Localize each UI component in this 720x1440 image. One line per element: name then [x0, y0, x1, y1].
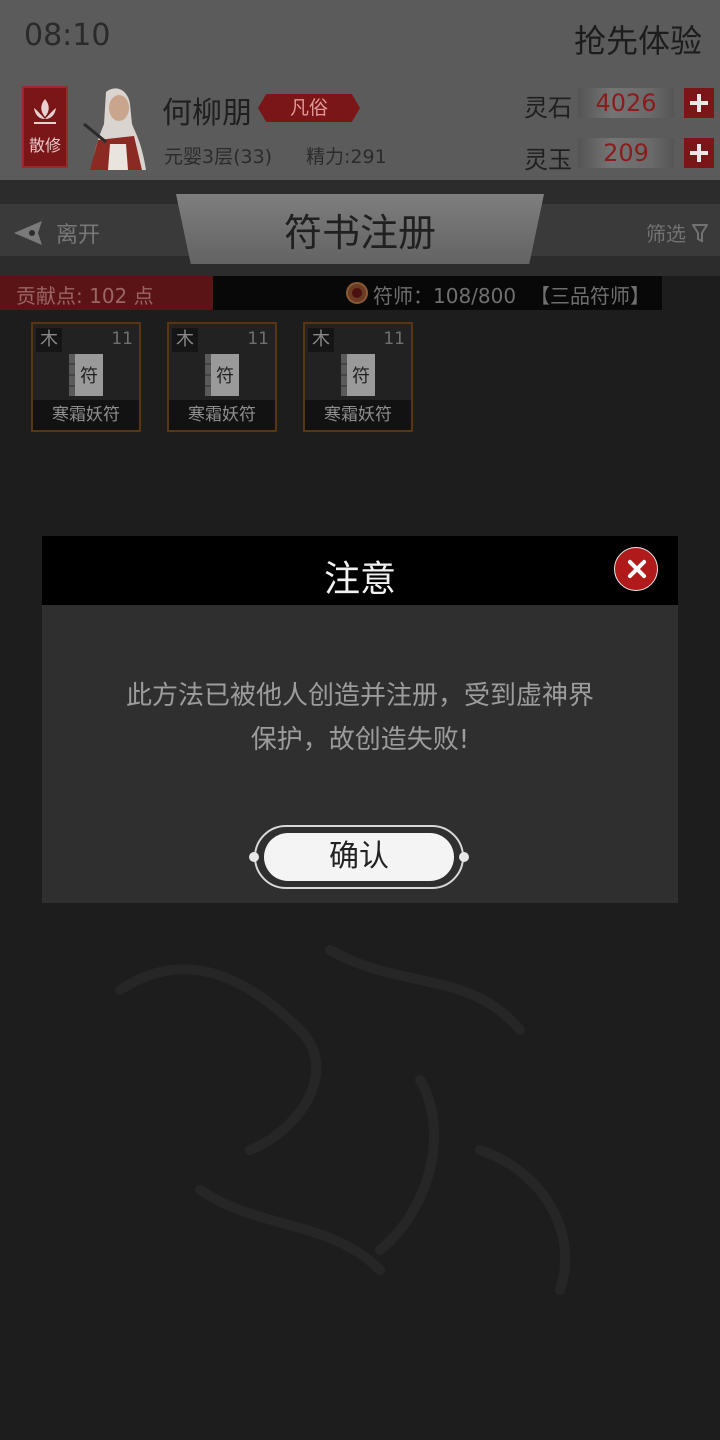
contribution-points: 贡献点: 102 点	[16, 284, 154, 308]
talisman-master-rank: 【三品符师】	[530, 284, 650, 308]
sect-badge[interactable]: 散修	[22, 86, 68, 168]
dialog-message-line2: 保护，故创造失败!	[250, 725, 470, 755]
clock: 08:10	[24, 18, 111, 53]
card-level: 11	[111, 329, 133, 349]
talisman-card[interactable]: 木 11 符 寒霜妖符	[167, 322, 277, 432]
rank-badge: 凡俗	[258, 94, 360, 122]
leave-label: 离开	[56, 223, 101, 248]
nav-bar: 离开 符书注册 筛选	[0, 180, 720, 276]
filter-label: 筛选	[646, 222, 686, 246]
talisman-master-progress: 符师：108/800	[373, 284, 517, 308]
talisman-book-icon: 符	[341, 354, 375, 396]
card-name: 寒霜妖符	[33, 400, 139, 430]
talisman-book-icon: 符	[205, 354, 239, 396]
element-tag: 木	[36, 328, 62, 352]
element-tag: 木	[308, 328, 334, 352]
spirit-jade-label: 灵玉	[524, 146, 572, 174]
energy-value: 精力:291	[306, 146, 387, 168]
book-glyph: 符	[216, 366, 234, 387]
page-title: 符书注册	[283, 211, 436, 255]
spirit-stone-label: 灵石	[524, 94, 572, 122]
talisman-card[interactable]: 木 11 符 寒霜妖符	[31, 322, 141, 432]
frame-dot-right	[459, 852, 469, 862]
filter-button[interactable]: 筛选	[646, 218, 708, 247]
add-spirit-stone-button[interactable]	[684, 88, 714, 118]
character-portrait	[76, 84, 158, 170]
card-name: 寒霜妖符	[305, 400, 411, 430]
spirit-jade-value: 209	[578, 138, 674, 168]
dialog-message: 此方法已被他人创造并注册，受到虚神界 保护，故创造失败!	[82, 674, 638, 762]
add-spirit-jade-button[interactable]	[684, 138, 714, 168]
frame-dot-left	[249, 852, 259, 862]
talisman-master-emblem-icon	[346, 282, 368, 304]
confirm-button-frame: 确认	[249, 825, 469, 889]
element-tag: 木	[172, 328, 198, 352]
confirm-button[interactable]: 确认	[264, 833, 454, 881]
sect-label: 散修	[28, 136, 61, 155]
talisman-card[interactable]: 木 11 符 寒霜妖符	[303, 322, 413, 432]
status-bar: 08:10 抢先体验	[0, 0, 720, 78]
filter-icon	[692, 223, 708, 243]
early-access-label[interactable]: 抢先体验	[574, 16, 702, 62]
player-header: 散修 何柳朋 凡俗 元婴3层(33) 精力:291 灵石 4026 灵玉 209	[0, 78, 720, 180]
card-level: 11	[383, 329, 405, 349]
player-name: 何柳朋	[162, 96, 252, 131]
close-button[interactable]	[614, 547, 658, 591]
lotus-icon	[34, 99, 56, 124]
book-glyph: 符	[80, 366, 98, 387]
cultivation-realm: 元婴3层(33)	[164, 146, 273, 168]
notice-dialog: 注意 此方法已被他人创造并注册，受到虚神界 保护，故创造失败! 确认	[42, 536, 678, 903]
talisman-book-icon: 符	[69, 354, 103, 396]
dialog-title: 注意	[323, 559, 396, 600]
avatar[interactable]	[76, 84, 158, 170]
back-arrow-icon	[14, 221, 42, 245]
dialog-message-line1: 此方法已被他人创造并注册，受到虚神界	[125, 681, 594, 711]
book-glyph: 符	[352, 366, 370, 387]
spirit-stone-value: 4026	[578, 88, 674, 118]
card-name: 寒霜妖符	[169, 400, 275, 430]
card-level: 11	[247, 329, 269, 349]
leave-button[interactable]: 离开	[12, 216, 100, 250]
